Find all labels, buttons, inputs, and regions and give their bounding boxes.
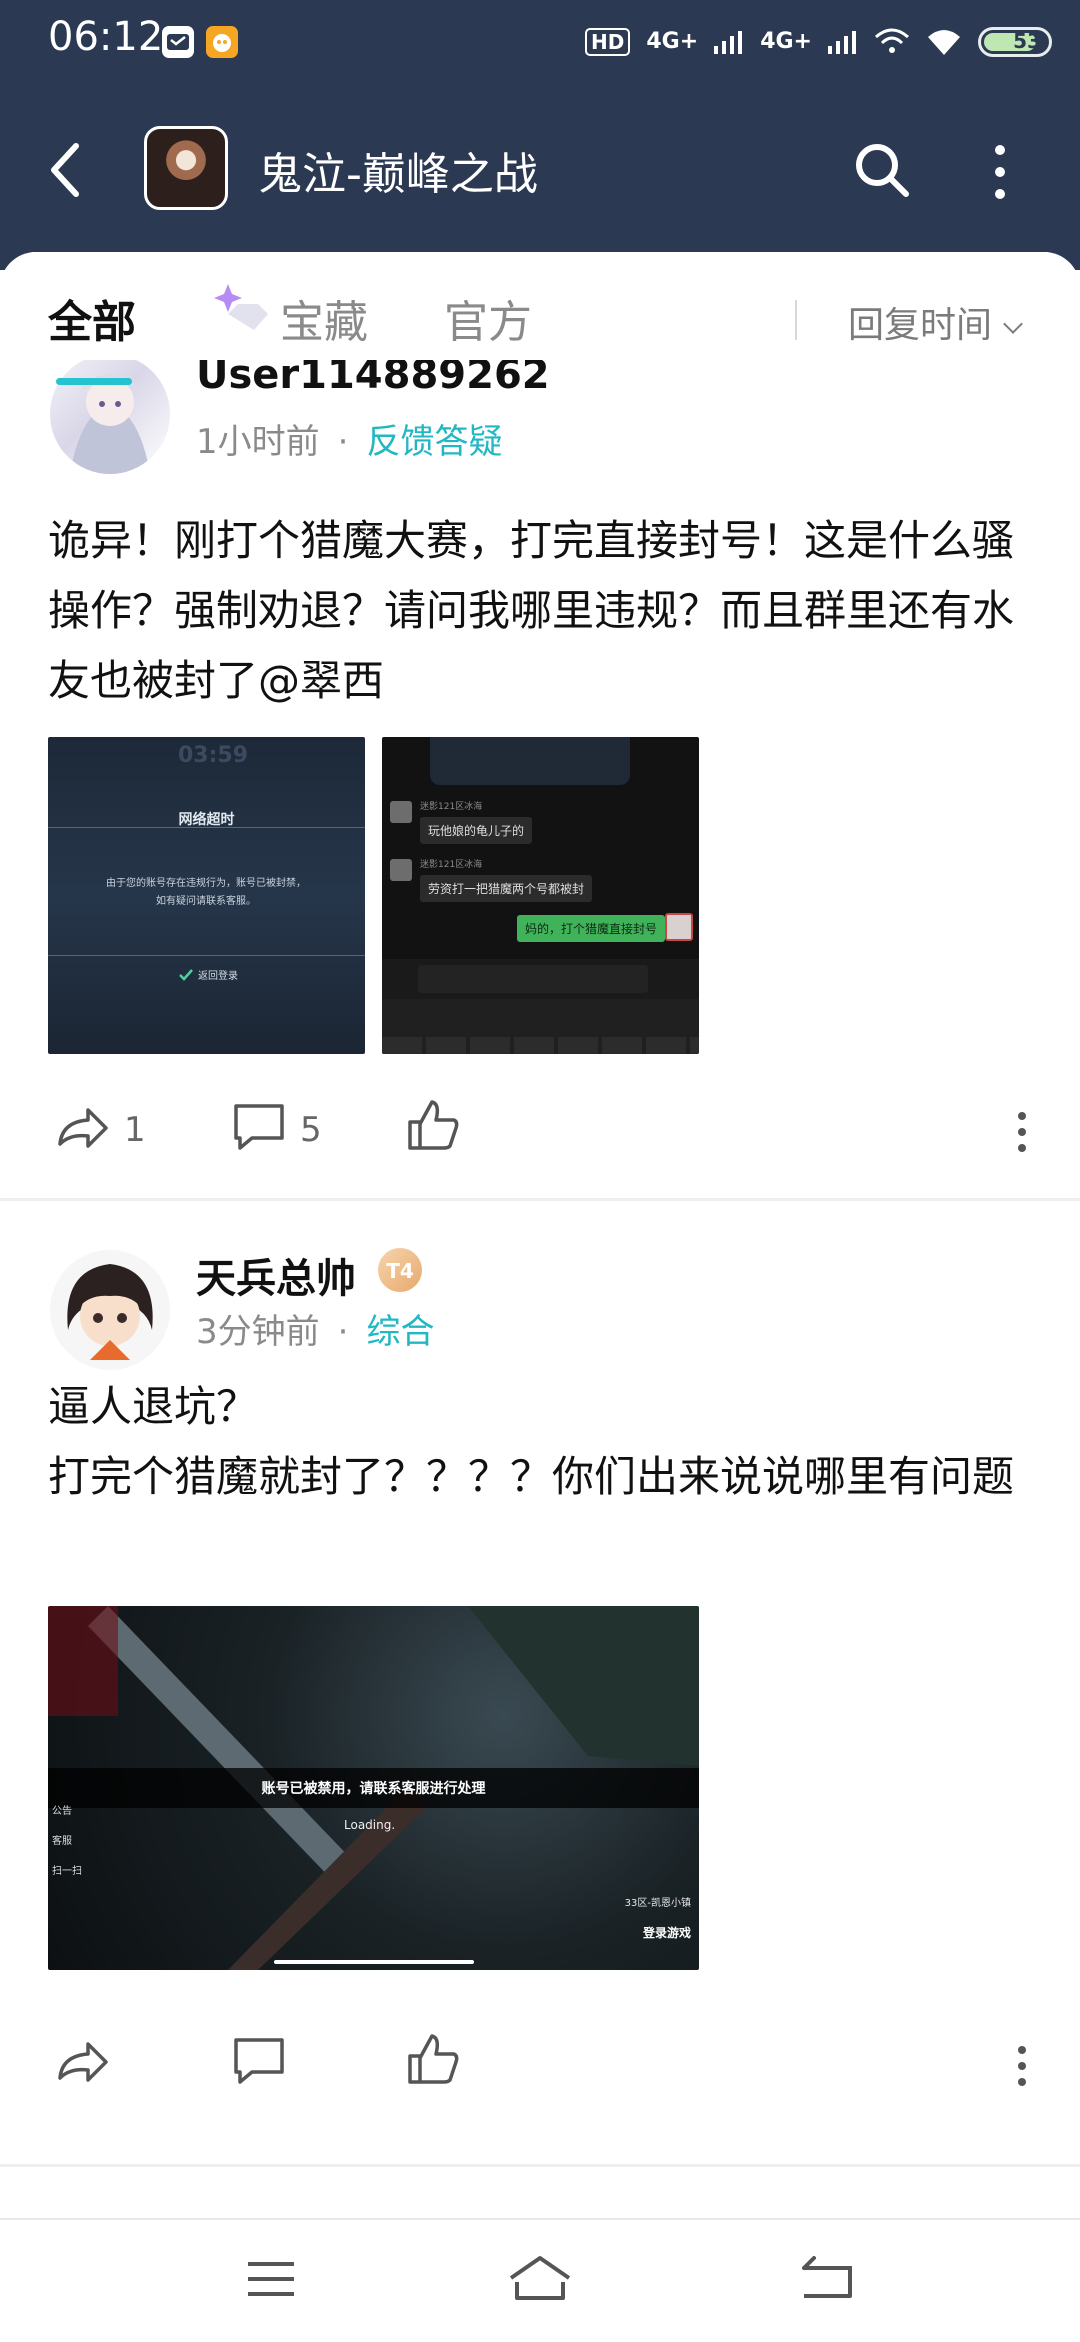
loading-text: Loading. (344, 1818, 396, 1832)
post-card[interactable]: User114889262 1小时前 · 反馈答疑 诡异！刚打个猎魔大赛，打完直接封… (0, 252, 1080, 1202)
signal-2-label: 4G+ (760, 29, 812, 54)
share-icon[interactable] (54, 2034, 112, 2092)
more-vertical-icon[interactable] (1016, 2036, 1028, 2096)
back-arrow-icon[interactable] (46, 140, 86, 200)
post-image[interactable]: 迷影121区冰海 玩他娘的龟儿子的 迷影121区冰海 劳资打一把猎魔两个号都被封… (382, 737, 699, 1054)
tabs-divider (795, 300, 797, 340)
dialog-body: 由于您的账号存在违规行为，账号已被封禁，如有疑问请联系客服。 (106, 878, 306, 907)
sparkle-diamond-icon (214, 284, 268, 330)
dialog-button: 返回登录 (198, 971, 238, 982)
chat-sender: 迷影121区冰海 (420, 802, 483, 812)
avatar[interactable] (50, 354, 170, 474)
chat-avatar-self (665, 913, 693, 941)
search-icon[interactable] (850, 138, 914, 202)
sort-dropdown[interactable]: 回复时间 (848, 296, 1023, 348)
username[interactable]: 天兵总帅 (196, 1246, 356, 1304)
more-vertical-icon[interactable] (1016, 1102, 1028, 1162)
post-time: 3分钟前 (196, 1312, 320, 1352)
chat-sender: 迷影121区冰海 (420, 860, 483, 870)
post-category[interactable]: 综合 (366, 1312, 434, 1352)
comment-count: 5 (300, 1110, 322, 1150)
wifi-icon (928, 30, 960, 55)
like-icon[interactable] (404, 2030, 462, 2088)
post-meta: 3分钟前 · 综合 (196, 1312, 435, 1352)
menu-icon[interactable] (236, 2244, 306, 2314)
back-icon[interactable] (790, 2244, 860, 2314)
comment-icon[interactable] (230, 1098, 288, 1156)
share-count: 1 (124, 1110, 146, 1150)
status-indicators: HD 4G+ 4G+ 53 (585, 20, 1052, 64)
check-icon (179, 969, 193, 981)
like-icon[interactable] (404, 1096, 462, 1154)
app-header: 06:12 HD 4G+ 4G+ 53 鬼泣-巅峰之战 (0, 0, 1080, 270)
level-badge-icon: T4 (378, 1248, 422, 1292)
battery-icon: 53 (978, 27, 1052, 57)
more-vertical-icon[interactable] (988, 140, 1012, 204)
status-time: 06:12 (48, 14, 164, 60)
post-image[interactable]: 03:59 网络超时 由于您的账号存在违规行为，账号已被封禁，如有疑问请联系客服… (48, 737, 365, 1054)
tab-all[interactable]: 全部 (48, 286, 136, 350)
menu-scan: 扫一扫 (52, 1866, 82, 1877)
hd-indicator: HD (585, 28, 631, 56)
signal-bars-icon (714, 31, 743, 54)
chat-bubble: 玩他娘的龟儿子的 (420, 817, 533, 844)
game-app-icon (206, 26, 238, 58)
battery-level: 53 (1013, 29, 1041, 53)
post-content[interactable]: 诡异！刚打个猎魔大赛，打完直接封号！这是什么骚操作？强制劝退？请问我哪里违规？而… (48, 506, 1038, 716)
share-icon[interactable] (54, 1100, 112, 1158)
avatar[interactable] (50, 1250, 170, 1370)
menu-notice: 公告 (52, 1806, 72, 1817)
post-content[interactable]: 逼人退坑？ 打完个猎魔就封了？？？？你们出来说说哪里有问题 (48, 1372, 1038, 1512)
tab-treasure-label: 宝藏 (280, 297, 368, 348)
tab-official[interactable]: 官方 (444, 286, 532, 350)
post-category[interactable]: 反馈答疑 (366, 422, 502, 462)
post-image[interactable]: 账号已被禁用，请联系客服进行处理 Loading. 公告 客服 扫一扫 33区-… (48, 1606, 699, 1970)
home-icon[interactable] (505, 2244, 575, 2314)
chat-bubble-self: 妈的，打个猎魔直接封号 (516, 915, 665, 942)
chat-avatar (390, 859, 412, 881)
signal-1-label: 4G+ (646, 29, 699, 54)
chevron-down-icon (1003, 314, 1023, 334)
filter-tabs: 全部 宝藏 官方 回复时间 (0, 252, 1080, 360)
post-actions: 1 5 (0, 1094, 1080, 1174)
status-bar: 06:12 HD 4G+ 4G+ 53 (0, 0, 1080, 90)
ban-banner: 账号已被禁用，请联系客服进行处理 (261, 1781, 486, 1797)
system-nav-bar (0, 2218, 1080, 2342)
page-title: 鬼泣-巅峰之战 (258, 149, 538, 200)
post-divider (0, 1198, 1080, 1201)
signal-bars-icon (828, 31, 856, 54)
chat-bubble: 劳资打一把猎魔两个号都被封 (420, 875, 593, 902)
server-label: 33区-凯恩小镇 (624, 1898, 691, 1909)
chat-avatar (390, 801, 412, 823)
hotspot-icon (875, 28, 909, 53)
menu-service: 客服 (52, 1836, 72, 1847)
post-meta: 1小时前 · 反馈答疑 (196, 422, 503, 462)
tab-indicator (56, 378, 132, 385)
game-logo[interactable] (144, 126, 228, 210)
comment-icon[interactable] (230, 2032, 288, 2090)
post-actions (0, 2028, 1080, 2108)
level-label: T4 (386, 1259, 414, 1283)
message-app-icon (162, 26, 194, 58)
post-card[interactable]: 天兵总帅 T4 3分钟前 · 综合 逼人退坑？ 打完个猎魔就封了？？？？你们出来说说… (0, 1202, 1080, 2202)
post-time: 1小时前 (196, 422, 320, 462)
post-divider (0, 2164, 1080, 2167)
image-timer: 03:59 (178, 743, 249, 768)
dialog-title: 网络超时 (178, 812, 235, 828)
login-label: 登录游戏 (642, 1926, 691, 1940)
sort-label: 回复时间 (848, 305, 993, 346)
content-sheet: User114889262 1小时前 · 反馈答疑 诡异！刚打个猎魔大赛，打完直接封… (0, 252, 1080, 2340)
title-bar: 鬼泣-巅峰之战 (0, 110, 1080, 230)
